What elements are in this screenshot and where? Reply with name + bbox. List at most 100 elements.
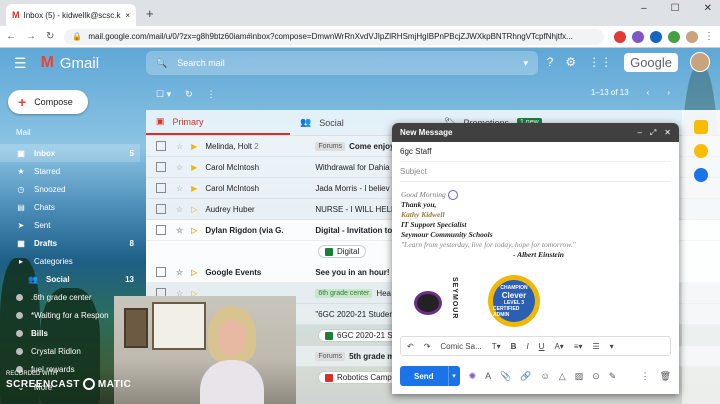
subject-field[interactable]: Subject [400, 162, 671, 182]
more-options-icon[interactable]: ⋮ [641, 371, 650, 382]
main-menu-icon[interactable]: ☰ [14, 55, 27, 72]
extension-icon[interactable] [614, 30, 626, 43]
pen-icon[interactable]: ✎ [609, 371, 617, 382]
attach-icon[interactable]: 📎 [500, 371, 511, 382]
bold-icon[interactable]: B [511, 342, 517, 351]
maximize-icon[interactable]: ☐ [671, 3, 680, 14]
sidebar-item-chats[interactable]: ▤ Chats [0, 198, 140, 216]
recipients-field[interactable]: 6gc Staff [400, 142, 671, 162]
help-icon[interactable]: ? [547, 55, 554, 69]
photo-icon[interactable]: ▨ [575, 371, 584, 382]
prev-page-icon[interactable]: ‹ [647, 88, 650, 97]
sidebar-item-social[interactable]: 👥 Social 13 [0, 270, 140, 288]
row-checkbox[interactable] [156, 183, 166, 193]
reload-icon[interactable]: ↻ [46, 31, 54, 42]
extension-icon[interactable] [650, 30, 662, 43]
attachment-chip[interactable]: 6GC 2020-21 S [318, 329, 400, 342]
send-options-icon[interactable]: ▾ [447, 366, 460, 386]
send-button[interactable]: Send [400, 366, 448, 386]
sidebar-item-inbox[interactable]: ▣ Inbox 5 [0, 144, 140, 162]
format-text-icon[interactable]: A [485, 371, 491, 381]
calendar-icon[interactable] [694, 120, 708, 134]
select-all-checkbox[interactable]: ☐ ▾ [156, 89, 171, 100]
star-icon[interactable]: ☆ [176, 268, 183, 277]
important-icon[interactable]: ▶ [191, 142, 197, 151]
keep-icon[interactable] [694, 144, 708, 158]
search-bar[interactable]: 🔍 Search mail ▾ [146, 51, 538, 75]
tab-primary[interactable]: ▣ Primary [146, 110, 290, 135]
minimize-icon[interactable]: – [637, 128, 641, 138]
fullscreen-icon[interactable]: ⤢ [650, 128, 656, 138]
sparkle-icon[interactable]: ✺ [469, 371, 477, 382]
sidebar-item-drafts[interactable]: ▦ Drafts 8 [0, 234, 140, 252]
attachment-chip[interactable]: Digital [318, 245, 367, 258]
undo-icon[interactable]: ↶ [407, 342, 414, 351]
extension-icon[interactable] [632, 30, 644, 43]
important-icon[interactable]: ▶ [191, 184, 197, 193]
drive-icon[interactable]: △ [559, 371, 566, 382]
star-icon[interactable]: ☆ [176, 226, 183, 235]
settings-gear-icon[interactable]: ⚙ [565, 55, 576, 69]
refresh-icon[interactable]: ↻ [185, 89, 193, 100]
address-bar[interactable]: 🔒 mail.google.com/mail/u/0/?zx=g8h9btz60… [64, 28, 604, 45]
kebab-menu-icon[interactable]: ⋮ [704, 31, 714, 42]
italic-icon[interactable]: I [526, 342, 528, 351]
star-icon[interactable]: ☆ [176, 163, 183, 172]
apps-grid-icon[interactable]: ⋮⋮ [588, 55, 612, 69]
new-tab-button[interactable]: + [146, 6, 154, 21]
minimize-icon[interactable]: – [641, 3, 647, 14]
important-icon[interactable]: ▷ [191, 205, 197, 214]
sidebar-item-sent[interactable]: ➤ Sent [0, 216, 140, 234]
list-icon[interactable]: ☰ [593, 342, 600, 351]
message-body[interactable]: Good Morning Thank you, Kathy Kidwell IT… [392, 182, 679, 260]
row-checkbox[interactable] [156, 204, 166, 214]
link-icon[interactable]: 🔗 [520, 371, 531, 382]
sidebar-item-starred[interactable]: ★ Starred [0, 162, 140, 180]
sender: Melinda, Holt [205, 141, 253, 151]
gmail-wordmark: Gmail [59, 54, 100, 72]
close-tab-icon[interactable]: × [125, 11, 130, 20]
compose-header[interactable]: New Message – ⤢ ✕ [392, 123, 679, 142]
align-icon[interactable]: ≡▾ [574, 342, 583, 351]
chat-icon: ▤ [17, 202, 25, 212]
browser-tab-inbox[interactable]: M Inbox (5) - kidwellk@scsc.k12.in... × [6, 4, 136, 26]
gmail-logo[interactable]: M Gmail [41, 54, 100, 72]
forward-icon[interactable]: → [26, 31, 36, 42]
sidebar-item-snoozed[interactable]: ◷ Snoozed [0, 180, 140, 198]
sidebar-item-categories[interactable]: ▸ Categories [0, 252, 140, 270]
star-icon[interactable]: ☆ [176, 205, 183, 214]
close-window-icon[interactable]: ✕ [704, 3, 712, 14]
row-checkbox[interactable] [156, 225, 166, 235]
search-options-icon[interactable]: ▾ [523, 58, 528, 69]
more-formatting-icon[interactable]: ▾ [610, 342, 614, 351]
trash-icon[interactable]: 🗑 [660, 371, 671, 382]
important-icon[interactable]: ▷ [191, 268, 197, 277]
redo-icon[interactable]: ↷ [424, 342, 431, 351]
font-select[interactable]: Comic Sa... [440, 342, 481, 351]
underline-icon[interactable]: U [539, 342, 545, 351]
star-icon[interactable]: ☆ [176, 184, 183, 193]
back-icon[interactable]: ← [6, 31, 16, 42]
emoji-icon[interactable]: ☺ [541, 371, 550, 381]
tasks-icon[interactable] [694, 168, 708, 182]
font-size-icon[interactable]: T▾ [492, 342, 501, 351]
extension-icon[interactable] [668, 30, 680, 43]
lock-icon[interactable]: ⊙ [592, 371, 600, 382]
lock-icon: 🔒 [72, 32, 83, 41]
row-checkbox[interactable] [156, 141, 166, 151]
close-icon[interactable]: ✕ [664, 128, 671, 138]
important-icon[interactable]: ▶ [191, 163, 197, 172]
row-checkbox[interactable] [156, 162, 166, 172]
star-icon[interactable]: ☆ [176, 142, 183, 151]
text-color-icon[interactable]: A▾ [554, 342, 563, 351]
next-page-icon[interactable]: › [667, 88, 670, 97]
important-icon[interactable]: ▷ [191, 226, 197, 235]
attachment-chip[interactable]: Robotics Camp [318, 371, 399, 384]
more-actions-icon[interactable]: ⋮ [207, 89, 216, 100]
account-avatar[interactable] [690, 52, 710, 72]
profile-avatar[interactable] [686, 30, 698, 43]
row-checkbox[interactable] [156, 267, 166, 277]
search-input[interactable]: Search mail [177, 58, 225, 68]
search-icon[interactable]: 🔍 [156, 58, 167, 69]
compose-button[interactable]: + Compose [8, 90, 88, 114]
